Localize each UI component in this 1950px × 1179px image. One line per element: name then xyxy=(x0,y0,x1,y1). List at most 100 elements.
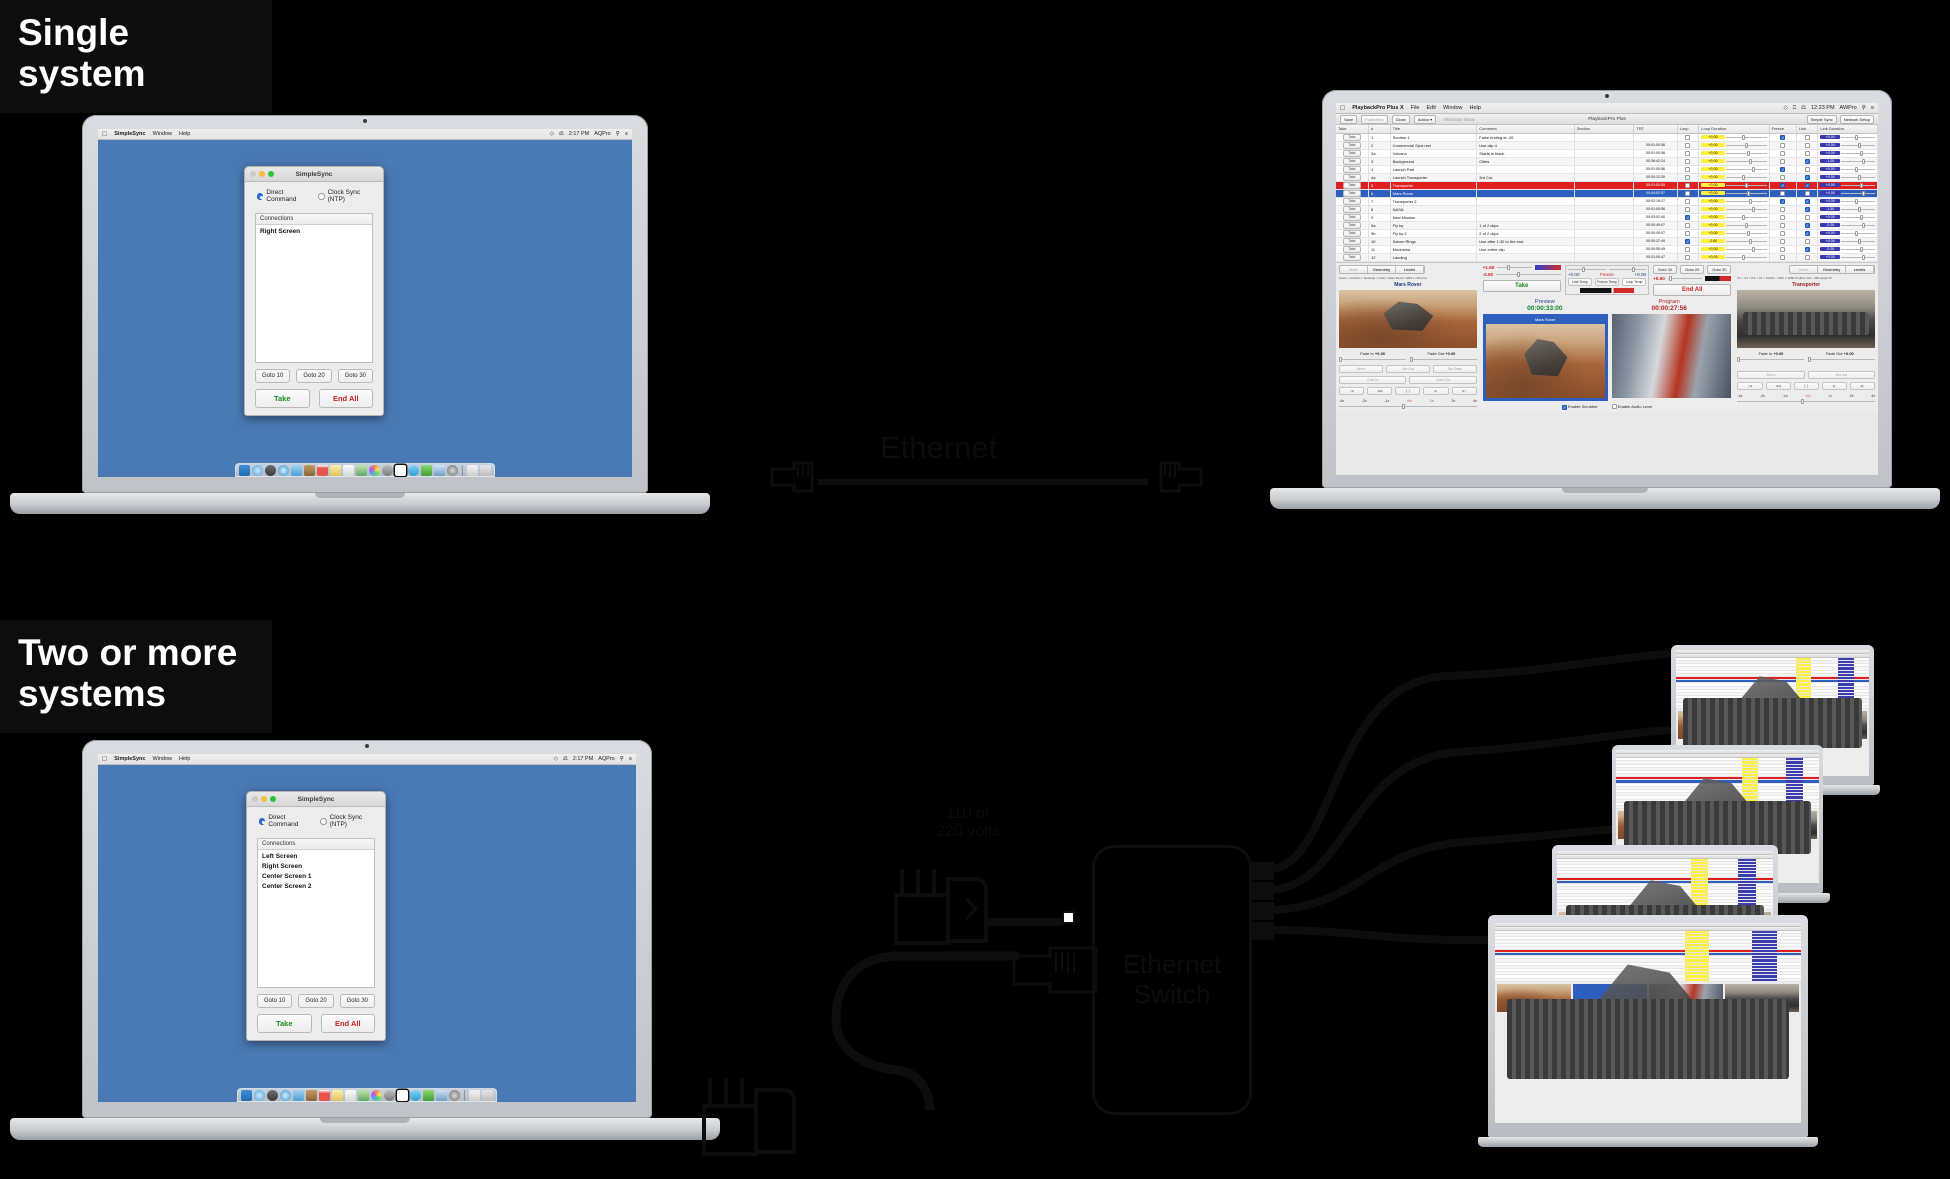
row-loop-duration-cell[interactable]: +0.00 xyxy=(1698,213,1770,222)
row-freeze-checkbox-cell[interactable] xyxy=(1769,149,1797,158)
row-take-button[interactable]: Take xyxy=(1343,157,1361,164)
row-link-duration-cell[interactable]: +0.00 xyxy=(1817,189,1878,198)
wifi-icon[interactable]: ◇ xyxy=(554,756,558,762)
row-loop-duration-cell[interactable]: +0.00 xyxy=(1698,205,1770,214)
dock-messages-icon[interactable] xyxy=(410,1090,421,1101)
center-take-button[interactable]: Take xyxy=(1482,279,1561,292)
row-link-duration-cell[interactable]: -2.00 xyxy=(1817,221,1878,230)
row-link-duration-value[interactable]: -2.00 xyxy=(1820,247,1841,251)
menubar-item-help[interactable]: Help xyxy=(179,131,190,137)
set-state-button[interactable]: Set State xyxy=(1432,364,1477,373)
row-link-checkbox-cell[interactable] xyxy=(1796,237,1819,246)
row-freeze-checkbox-cell[interactable] xyxy=(1769,165,1797,174)
dock-calendar-icon[interactable] xyxy=(317,465,328,476)
menubar-app-name[interactable]: PlaybackPro Plus X xyxy=(1352,105,1403,111)
row-title[interactable]: Mars Rover xyxy=(1390,189,1478,198)
preview-monitor[interactable]: Mars Rover xyxy=(1482,313,1608,401)
end-all-button[interactable]: End All xyxy=(318,389,373,408)
row-loop-duration-value[interactable]: +0.00 xyxy=(1701,255,1725,259)
row-freeze-checkbox-cell[interactable] xyxy=(1769,205,1797,214)
row-link-duration-cell[interactable]: +0.00 xyxy=(1817,213,1878,222)
row-freeze-checkbox-cell[interactable] xyxy=(1769,157,1797,166)
row-freeze-checkbox-cell[interactable] xyxy=(1769,221,1797,230)
row-freeze-checkbox[interactable] xyxy=(1780,214,1786,220)
table-row[interactable]: Take 11 Moonshot Use entire clip 00:09:55:49… xyxy=(1336,245,1878,254)
row-loop-checkbox[interactable] xyxy=(1685,142,1691,148)
right-panel-tabs[interactable]: Main Geometry Levels xyxy=(1789,264,1875,274)
row-link-checkbox-cell[interactable] xyxy=(1796,189,1819,198)
simplesync-titlebar[interactable]: SimpleSync xyxy=(245,167,383,182)
list-item[interactable]: Right Screen xyxy=(262,862,370,872)
list-item[interactable]: Center Screen 1 xyxy=(262,872,370,882)
row-take-button[interactable]: Take xyxy=(1343,205,1361,212)
radio-direct-command[interactable]: Direct Command xyxy=(257,189,309,203)
row-take-button[interactable]: Take xyxy=(1343,253,1361,260)
row-link-duration-cell[interactable]: +0.00 xyxy=(1817,229,1878,238)
row-link-duration-cell[interactable]: +0.00 xyxy=(1817,165,1878,174)
row-loop-duration-cell[interactable]: +0.00 xyxy=(1698,141,1770,150)
cue-table[interactable]: Take # Title Comment Section TRT Loop Loop Dura… xyxy=(1336,125,1878,262)
row-link-checkbox[interactable] xyxy=(1804,159,1810,164)
menubar-item-help[interactable]: Help xyxy=(179,756,190,762)
row-title[interactable]: Sunrise 1 xyxy=(1390,133,1478,142)
table-row[interactable]: Take 8NASA 00:01:00:56 +0.00 -1.50 xyxy=(1336,205,1878,214)
dock-calendar-icon[interactable] xyxy=(319,1090,330,1101)
dock-mail-icon[interactable] xyxy=(291,465,302,476)
left-fade-out-slider[interactable] xyxy=(1409,356,1477,362)
row-freeze-checkbox[interactable] xyxy=(1780,158,1786,164)
row-loop-checkbox-cell[interactable] xyxy=(1677,165,1700,174)
row-loop-duration-value[interactable]: +0.00 xyxy=(1701,143,1725,147)
row-section[interactable] xyxy=(1574,253,1635,262)
row-link-duration-value[interactable]: +0.00 xyxy=(1820,175,1841,179)
row-freeze-checkbox[interactable] xyxy=(1780,183,1786,188)
row-loop-duration-cell[interactable]: +0.00 xyxy=(1698,253,1770,262)
row-link-checkbox-cell[interactable] xyxy=(1796,197,1819,206)
row-loop-duration-value[interactable]: +0.00 xyxy=(1701,167,1725,171)
row-loop-checkbox-cell[interactable] xyxy=(1677,181,1700,190)
row-loop-duration-value[interactable]: +0.00 xyxy=(1701,199,1725,203)
set-out-button[interactable]: Set Out xyxy=(1385,364,1430,373)
row-take-button-cell[interactable]: Take xyxy=(1336,245,1369,254)
macos-dock[interactable] xyxy=(237,1088,497,1102)
dock-finder-icon[interactable] xyxy=(239,465,250,476)
row-comment[interactable]: Use clip 4 xyxy=(1476,141,1575,150)
row-section[interactable] xyxy=(1574,149,1635,158)
row-loop-duration-value[interactable]: +0.00 xyxy=(1701,175,1725,179)
wifi-icon[interactable]: ◇ xyxy=(1784,105,1788,111)
row-section[interactable] xyxy=(1574,245,1635,254)
dock-facetime-icon[interactable] xyxy=(421,465,432,476)
row-freeze-checkbox[interactable] xyxy=(1780,190,1786,196)
goto-20-button[interactable]: Goto 20 xyxy=(1680,264,1705,274)
row-loop-checkbox[interactable] xyxy=(1685,182,1691,188)
column-header-take[interactable]: Take xyxy=(1336,125,1369,134)
table-row[interactable]: Take 7Transporter 2 00:02:19:27 +0.00 +0.00 xyxy=(1336,197,1878,206)
list-icon[interactable]: ≡ xyxy=(625,131,628,137)
row-section[interactable] xyxy=(1574,181,1635,190)
row-take-button-cell[interactable]: Take xyxy=(1336,165,1369,174)
left-thumbnail[interactable] xyxy=(1339,289,1477,348)
row-loop-checkbox[interactable] xyxy=(1685,166,1691,172)
link-temp-button[interactable]: Link Temp xyxy=(1567,277,1592,286)
row-loop-duration-cell[interactable]: +0.00 xyxy=(1698,133,1770,142)
right-fade-in-slider[interactable] xyxy=(1737,356,1805,362)
row-freeze-checkbox-cell[interactable] xyxy=(1769,133,1797,142)
row-loop-checkbox[interactable] xyxy=(1685,158,1691,164)
menubar-app-name[interactable]: SimpleSync xyxy=(114,131,145,137)
row-link-checkbox-cell[interactable] xyxy=(1796,205,1819,214)
menubar-clock[interactable]: 12:23 PM xyxy=(1811,105,1835,111)
table-row[interactable]: Take 9b Fly by 22 of 2 clips 00:00:49:07 +0.… xyxy=(1336,229,1878,238)
dock-reminders-icon[interactable] xyxy=(345,1090,356,1101)
row-link-duration-cell[interactable]: +0.00 xyxy=(1817,149,1878,158)
row-link-duration-value[interactable]: +0.00 xyxy=(1820,151,1841,155)
row-loop-duration-value[interactable]: -2.60 xyxy=(1701,239,1725,243)
row-loop-duration-cell[interactable]: +0.00 xyxy=(1698,173,1770,182)
row-loop-duration-value[interactable]: +0.00 xyxy=(1701,231,1725,235)
row-take-button[interactable]: Take xyxy=(1343,181,1361,188)
row-section[interactable] xyxy=(1574,165,1635,174)
skip-forward-icon[interactable]: ▶| xyxy=(1849,381,1875,390)
dock-itunes-icon[interactable] xyxy=(384,1090,395,1101)
radio-direct-command-indicator[interactable] xyxy=(257,192,264,200)
row-loop-checkbox[interactable] xyxy=(1685,230,1691,236)
row-comment[interactable]: False ending at :20 xyxy=(1476,133,1575,142)
row-link-duration-value[interactable]: -1.00 xyxy=(1820,159,1841,163)
